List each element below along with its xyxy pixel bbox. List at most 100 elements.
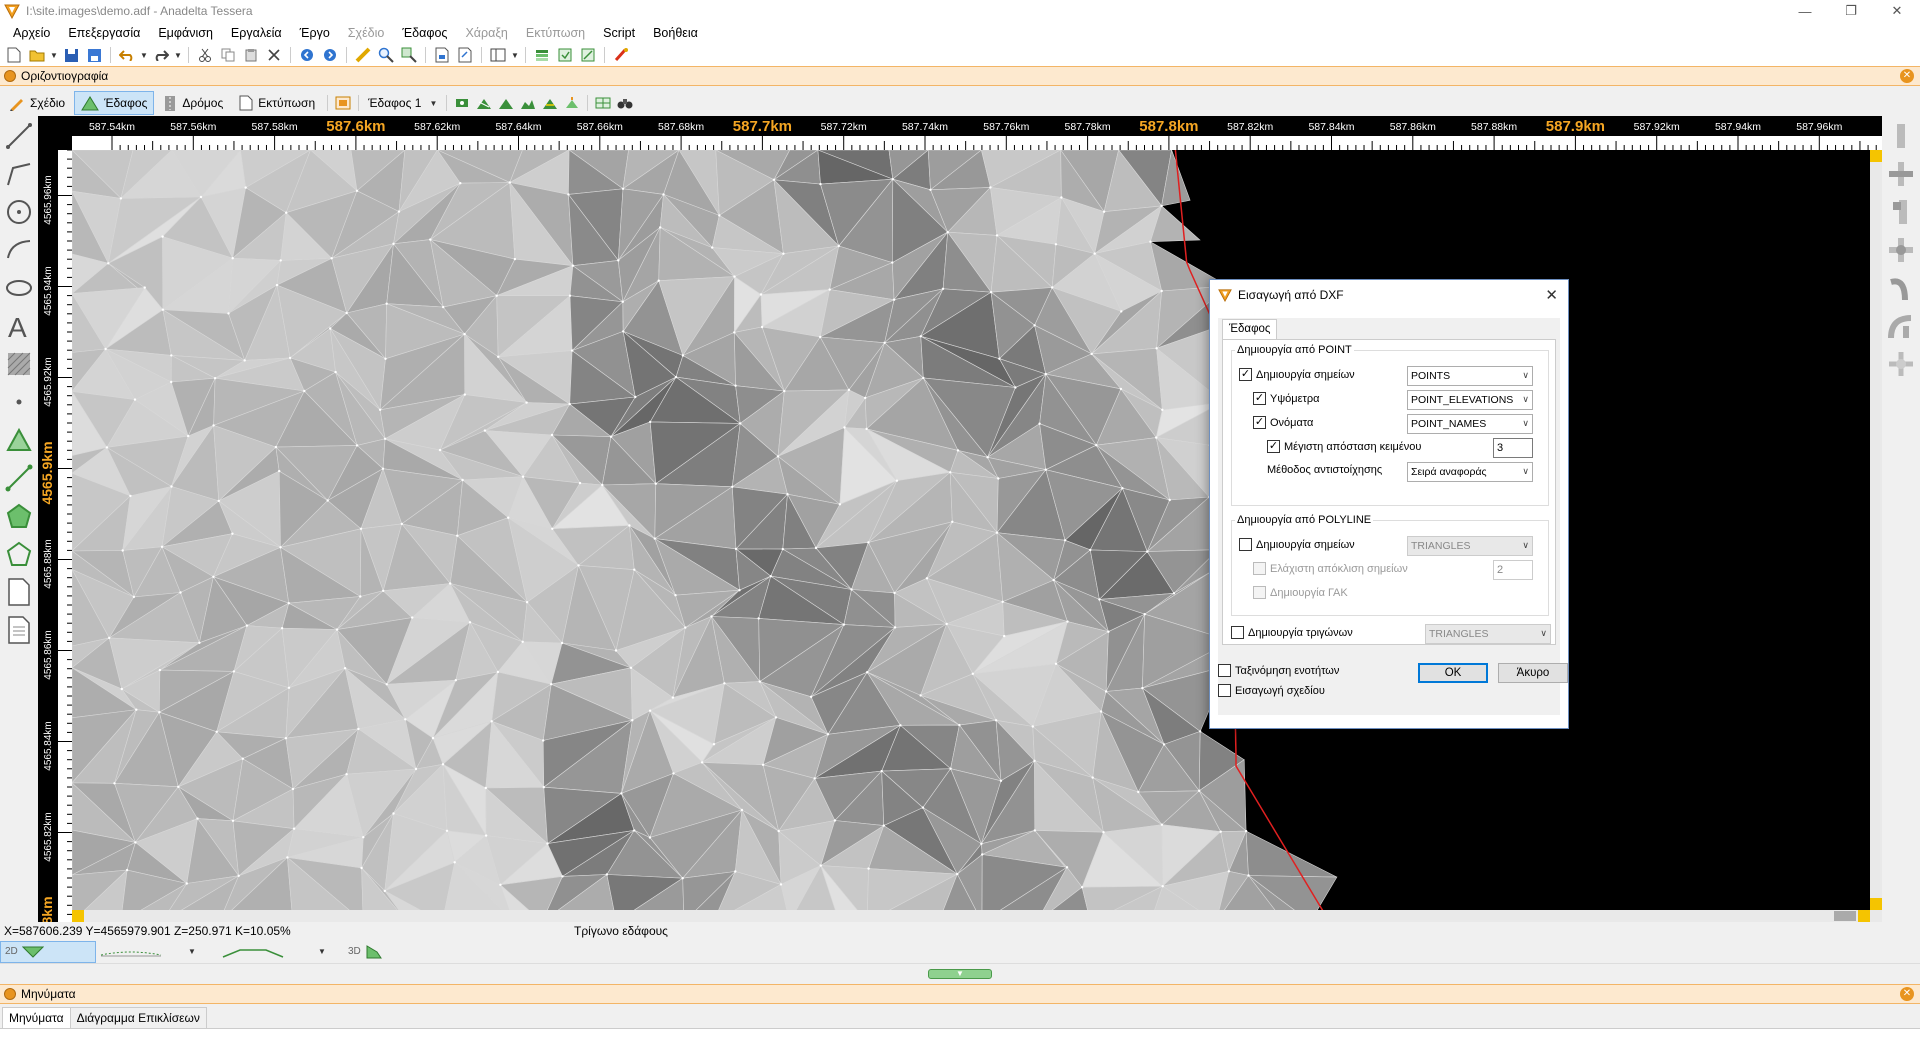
notes-tool-icon[interactable]: [3, 614, 35, 646]
map-canvas[interactable]: [38, 116, 1882, 922]
new-file-icon[interactable]: [4, 46, 24, 64]
layout-dropdown-icon[interactable]: ▼: [511, 51, 519, 60]
menu-item-1[interactable]: Επεξεργασία: [59, 26, 149, 40]
menu-item-8[interactable]: Εκτύπωση: [517, 26, 594, 40]
open-folder-icon[interactable]: [27, 46, 47, 64]
circle-tool-icon[interactable]: [3, 196, 35, 228]
terrain-triangle-tool-icon[interactable]: [3, 424, 35, 456]
restore-button[interactable]: ❐: [1828, 0, 1874, 22]
max-text-distance-checkbox[interactable]: ✓: [1267, 440, 1280, 453]
zoom-area-icon[interactable]: [399, 46, 419, 64]
mode-edafos-button[interactable]: Έδαφος: [74, 91, 155, 115]
tab-edafos[interactable]: Έδαφος: [1222, 319, 1278, 340]
terrain-raise-icon[interactable]: [562, 94, 582, 112]
polyline-tool-icon[interactable]: [3, 158, 35, 190]
layout-icon[interactable]: [488, 46, 508, 64]
minimize-button[interactable]: —: [1782, 0, 1828, 22]
terrain-points-icon[interactable]: [452, 94, 472, 112]
tab-3d[interactable]: 3D: [344, 941, 394, 963]
panel-splitter[interactable]: ▼: [0, 964, 1920, 984]
terrain-layer-select[interactable]: Έδαφος 1 ▼: [364, 92, 441, 114]
print-preview-icon[interactable]: [432, 46, 452, 64]
polyline-create-points-checkbox[interactable]: [1239, 538, 1252, 551]
delete-icon[interactable]: [264, 46, 284, 64]
max-text-distance-input[interactable]: 3: [1493, 438, 1533, 458]
menu-item-4[interactable]: Έργο: [291, 26, 339, 40]
menu-item-6[interactable]: Έδαφος: [393, 26, 456, 40]
layers-icon[interactable]: [532, 46, 552, 64]
curve-road-icon[interactable]: [1885, 272, 1917, 304]
paste-icon[interactable]: [241, 46, 261, 64]
mode-dromos-button[interactable]: Δρόμος: [156, 91, 230, 115]
menu-item-9[interactable]: Script: [594, 26, 644, 40]
undo-icon[interactable]: [117, 46, 137, 64]
terrain-lines-icon[interactable]: [474, 94, 494, 112]
save-icon[interactable]: [61, 46, 81, 64]
point-tool-icon[interactable]: [3, 386, 35, 418]
text-tool-icon[interactable]: A: [3, 310, 35, 342]
hatch-tool-icon[interactable]: [3, 348, 35, 380]
terrain-triangle-icon[interactable]: [496, 94, 516, 112]
names-layer-select[interactable]: POINT_NAMES ∨: [1407, 414, 1533, 434]
layer-palette-icon[interactable]: [333, 94, 353, 112]
tab-longitudinal[interactable]: [96, 941, 188, 963]
road-cross-icon[interactable]: [1885, 158, 1917, 190]
panel-close-icon[interactable]: ✕: [1900, 987, 1914, 1001]
cancel-button[interactable]: Άκυρο: [1498, 663, 1568, 683]
elevations-layer-select[interactable]: POINT_ELEVATIONS ∨: [1407, 390, 1533, 410]
road-vertical-icon[interactable]: [1885, 120, 1917, 152]
arc-tool-icon[interactable]: [3, 234, 35, 266]
terrain-contour-icon[interactable]: [540, 94, 560, 112]
junction-icon[interactable]: [1885, 310, 1917, 342]
menu-item-10[interactable]: Βοήθεια: [644, 26, 707, 40]
elevations-checkbox[interactable]: ✓: [1253, 392, 1266, 405]
document-tool-icon[interactable]: [3, 576, 35, 608]
forward-icon[interactable]: [320, 46, 340, 64]
sort-units-checkbox[interactable]: [1218, 664, 1231, 677]
binoculars-icon[interactable]: [615, 94, 635, 112]
menu-item-2[interactable]: Εμφάνιση: [149, 26, 222, 40]
save-as-icon[interactable]: [84, 46, 104, 64]
longitudinal-dropdown-icon[interactable]: ▼: [188, 947, 196, 956]
hole-tool-icon[interactable]: [3, 538, 35, 570]
create-triangles-checkbox[interactable]: [1231, 626, 1244, 639]
undo-dropdown-icon[interactable]: ▼: [140, 51, 148, 60]
names-checkbox[interactable]: ✓: [1253, 416, 1266, 429]
menu-item-0[interactable]: Αρχείο: [4, 26, 59, 40]
create-points-checkbox[interactable]: ✓: [1239, 368, 1252, 381]
line-tool-icon[interactable]: [3, 120, 35, 152]
close-window-button[interactable]: ✕: [1874, 0, 1920, 22]
copy-icon[interactable]: [218, 46, 238, 64]
cut-icon[interactable]: [195, 46, 215, 64]
import-drawing-checkbox[interactable]: [1218, 684, 1231, 697]
script-brush-icon[interactable]: [611, 46, 631, 64]
mode-ektyposi-button[interactable]: Εκτύπωση: [232, 91, 322, 115]
terrain-grid-icon[interactable]: [593, 94, 613, 112]
boundary-tool-icon[interactable]: [3, 500, 35, 532]
measure-icon[interactable]: [353, 46, 373, 64]
breakline-tool-icon[interactable]: [3, 462, 35, 494]
ok-button[interactable]: OK: [1418, 663, 1488, 683]
menu-item-5[interactable]: Σχέδιο: [339, 26, 394, 40]
tab-messages[interactable]: Μηνύματα: [2, 1007, 71, 1028]
menu-item-3[interactable]: Εργαλεία: [222, 26, 291, 40]
create-points-layer-select[interactable]: POINTS ∨: [1407, 366, 1533, 386]
terrain-surface-icon[interactable]: [518, 94, 538, 112]
zoom-icon[interactable]: [376, 46, 396, 64]
open-dropdown-icon[interactable]: ▼: [50, 51, 58, 60]
export-icon[interactable]: [455, 46, 475, 64]
tab-2d[interactable]: 2D: [0, 940, 96, 963]
tab-superelevation-diagram[interactable]: Διάγραμμα Επικλίσεων: [69, 1007, 207, 1028]
back-icon[interactable]: [297, 46, 317, 64]
roundabout-icon[interactable]: [1885, 348, 1917, 380]
redo-icon[interactable]: [151, 46, 171, 64]
panel-close-icon[interactable]: ✕: [1900, 69, 1914, 83]
close-icon[interactable]: ✕: [1545, 286, 1558, 304]
collapse-handle-icon[interactable]: ▼: [928, 969, 992, 979]
redo-dropdown-icon[interactable]: ▼: [174, 51, 182, 60]
road-bend-icon[interactable]: [1885, 196, 1917, 228]
tab-cross-section[interactable]: [218, 941, 318, 963]
terrain-tin-mesh[interactable]: [38, 116, 1882, 922]
ellipse-tool-icon[interactable]: [3, 272, 35, 304]
menu-item-7[interactable]: Χάραξη: [456, 26, 516, 40]
